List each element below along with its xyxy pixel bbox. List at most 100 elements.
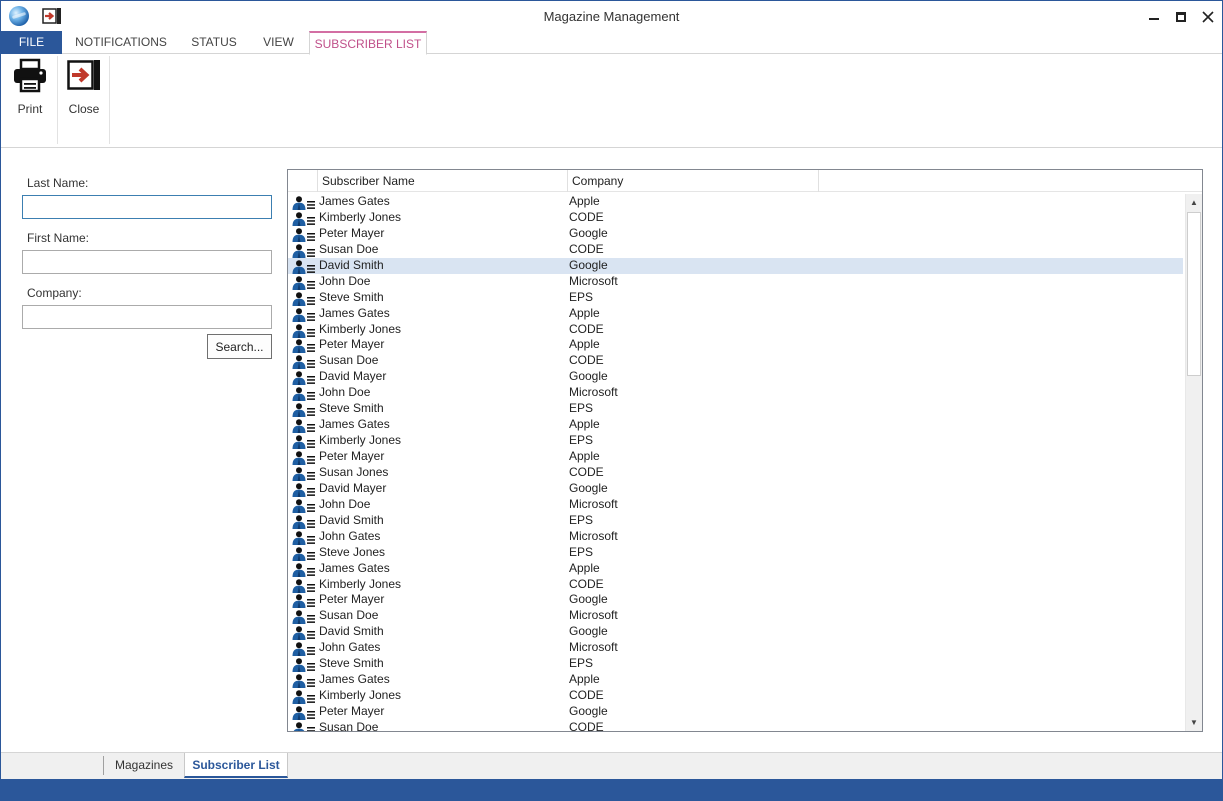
details-icon	[307, 501, 315, 512]
table-row[interactable]: Peter Mayer Apple	[288, 449, 1183, 465]
table-row[interactable]: Steve Smith EPS	[288, 401, 1183, 418]
company-cell: Apple	[569, 449, 600, 463]
company-cell: EPS	[569, 544, 594, 559]
details-icon	[307, 724, 315, 731]
tab-status[interactable]: STATUS	[184, 31, 244, 54]
list-header: Subscriber Name Company	[288, 170, 1202, 192]
details-icon	[307, 310, 315, 321]
doc-tab-subscriber-list[interactable]: Subscriber List	[184, 753, 288, 778]
close-window-button[interactable]	[1194, 5, 1222, 27]
maximize-button[interactable]	[1167, 5, 1195, 27]
subscriber-name-cell: Peter Mayer	[319, 449, 385, 463]
table-row[interactable]: David Smith EPS	[288, 513, 1183, 529]
table-row[interactable]: Kimberly Jones CODE	[288, 322, 1183, 338]
details-icon	[307, 357, 315, 369]
table-row[interactable]: James Gates Apple	[288, 306, 1183, 322]
table-row[interactable]: James Gates Apple	[288, 417, 1183, 434]
subscriber-icon	[292, 371, 306, 386]
table-row[interactable]: Susan Jones CODE	[288, 465, 1183, 481]
print-button[interactable]: Print	[5, 54, 55, 146]
tab-file[interactable]: FILE	[1, 31, 62, 54]
subscriber-name-cell: David Mayer	[319, 369, 387, 384]
details-icon	[307, 437, 315, 448]
minimize-button[interactable]	[1140, 5, 1168, 27]
company-cell: Apple	[569, 417, 600, 432]
table-row[interactable]: Susan Doe CODE	[288, 353, 1183, 370]
scroll-thumb[interactable]	[1187, 212, 1201, 376]
table-row[interactable]: Steve Smith EPS	[288, 290, 1183, 306]
table-row[interactable]: James Gates Apple	[288, 672, 1183, 689]
details-icon	[307, 230, 315, 241]
tab-notifications[interactable]: NOTIFICATIONS	[67, 31, 175, 54]
doc-tab-magazines[interactable]: Magazines	[105, 753, 183, 778]
subscriber-name-cell: John Doe	[319, 273, 371, 288]
last-name-field[interactable]	[22, 195, 272, 219]
details-icon	[307, 581, 315, 592]
table-row[interactable]: Steve Smith EPS	[288, 656, 1183, 673]
table-row[interactable]: Peter Mayer Google	[288, 592, 1183, 609]
close-button[interactable]: Close	[61, 54, 107, 146]
column-header-company[interactable]: Company	[568, 170, 819, 192]
company-cell: CODE	[569, 353, 604, 368]
company-cell: Google	[569, 624, 608, 639]
subscriber-name-cell: Steve Smith	[319, 656, 384, 671]
company-cell: Apple	[569, 560, 600, 575]
subscriber-icon	[292, 196, 306, 210]
table-row[interactable]: Susan Doe CODE	[288, 720, 1183, 731]
table-row[interactable]: David Smith Google	[288, 624, 1183, 641]
table-row[interactable]: John Doe Microsoft	[288, 497, 1183, 513]
table-row[interactable]: Peter Mayer Google	[288, 704, 1183, 720]
subscriber-list[interactable]: Subscriber Name Company James Gates Apple…	[287, 169, 1203, 732]
subscriber-icon	[292, 594, 306, 609]
details-icon	[307, 198, 315, 209]
table-row[interactable]: John Gates Microsoft	[288, 529, 1183, 545]
printer-icon	[14, 58, 46, 93]
table-row[interactable]: David Mayer Google	[288, 369, 1183, 386]
company-cell: Google	[569, 257, 608, 272]
subscriber-icon	[292, 483, 306, 497]
tab-subscriber-list[interactable]: SUBSCRIBER LIST	[309, 31, 427, 55]
subscriber-icon	[292, 323, 306, 338]
table-row[interactable]: Kimberly Jones CODE	[288, 210, 1183, 226]
table-row[interactable]: John Gates Microsoft	[288, 640, 1183, 657]
table-row[interactable]: James Gates Apple	[288, 561, 1183, 577]
company-cell: Google	[569, 592, 608, 607]
search-button[interactable]: Search...	[207, 334, 272, 359]
table-row[interactable]: John Doe Microsoft	[288, 385, 1183, 402]
table-row[interactable]: David Mayer Google	[288, 481, 1183, 497]
tab-view[interactable]: VIEW	[256, 31, 301, 54]
table-row[interactable]: Susan Doe Microsoft	[288, 608, 1183, 625]
subscriber-name-cell: John Doe	[319, 385, 371, 400]
first-name-field[interactable]	[22, 250, 272, 274]
column-header-subscriber-name[interactable]: Subscriber Name	[318, 170, 568, 192]
table-row[interactable]: James Gates Apple	[288, 194, 1183, 210]
scroll-up-button[interactable]: ▲	[1186, 194, 1202, 211]
table-row[interactable]: John Doe Microsoft	[288, 274, 1183, 290]
company-cell: EPS	[569, 656, 594, 671]
subscriber-name-cell: James Gates	[319, 417, 390, 432]
company-cell: Microsoft	[569, 273, 618, 288]
first-name-label: First Name:	[27, 231, 90, 245]
table-row[interactable]: Susan Doe CODE	[288, 242, 1183, 258]
column-header-icon[interactable]	[288, 170, 318, 192]
subscriber-name-cell: James Gates	[319, 560, 390, 575]
subscriber-name-cell: David Mayer	[319, 480, 387, 495]
table-row[interactable]: Peter Mayer Apple	[288, 337, 1183, 354]
details-icon	[307, 676, 315, 688]
table-row[interactable]: Peter Mayer Google	[288, 226, 1183, 242]
table-row[interactable]: Steve Jones EPS	[288, 545, 1183, 561]
table-row[interactable]: Kimberly Jones CODE	[288, 688, 1183, 705]
details-icon	[307, 326, 315, 337]
details-icon	[307, 533, 315, 544]
table-row[interactable]: Kimberly Jones EPS	[288, 433, 1183, 450]
subscriber-name-cell: James Gates	[319, 194, 390, 208]
company-cell: CODE	[569, 209, 604, 224]
company-field[interactable]	[22, 305, 272, 329]
company-cell: EPS	[569, 401, 594, 416]
table-row[interactable]: Kimberly Jones CODE	[288, 577, 1183, 593]
subscriber-name-cell: John Gates	[319, 528, 381, 543]
table-row[interactable]: David Smith Google	[288, 257, 1183, 274]
details-icon	[307, 453, 315, 464]
scroll-down-button[interactable]: ▼	[1186, 714, 1202, 731]
vertical-scrollbar[interactable]: ▲ ▼	[1185, 194, 1202, 731]
